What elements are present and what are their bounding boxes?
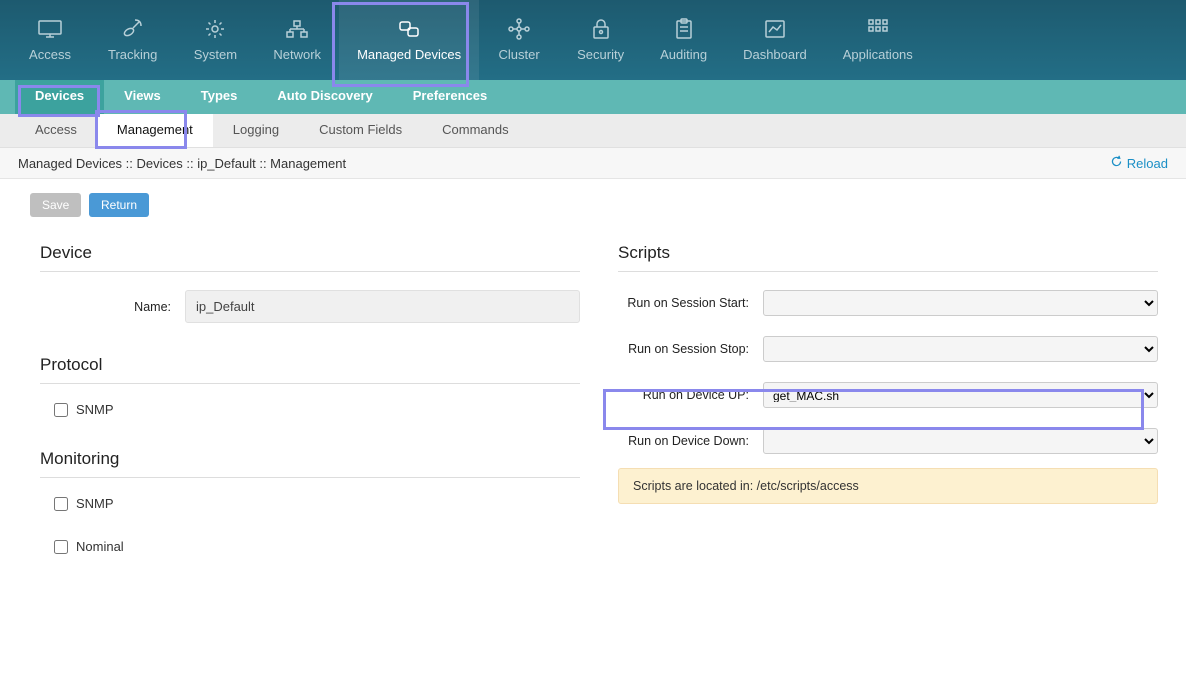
nav-label: Network <box>273 47 321 62</box>
tab-devices[interactable]: Devices <box>15 80 104 114</box>
clipboard-icon <box>675 17 693 41</box>
scripts-section-title: Scripts <box>618 243 1158 272</box>
linked-boxes-icon <box>396 17 422 41</box>
device-down-select[interactable] <box>763 428 1158 454</box>
monitoring-nominal-label: Nominal <box>76 539 124 554</box>
scripts-info-box: Scripts are located in: /etc/scripts/acc… <box>618 468 1158 504</box>
save-button[interactable]: Save <box>30 193 81 217</box>
ttab-logging[interactable]: Logging <box>213 114 299 147</box>
grid-icon <box>868 17 888 41</box>
sub-nav: Devices Views Types Auto Discovery Prefe… <box>0 80 1186 114</box>
session-start-label: Run on Session Start: <box>618 296 763 310</box>
nav-tracking[interactable]: Tracking <box>90 0 175 80</box>
action-bar: Save Return <box>0 179 1186 223</box>
device-name-input[interactable] <box>185 290 580 323</box>
monitoring-snmp-label: SNMP <box>76 496 114 511</box>
device-up-row: Run on Device UP: get_MAC.sh <box>618 382 1158 408</box>
reload-button[interactable]: Reload <box>1110 155 1168 171</box>
session-start-select[interactable] <box>763 290 1158 316</box>
gear-icon <box>204 17 226 41</box>
device-name-label: Name: <box>40 300 185 314</box>
session-stop-select[interactable] <box>763 336 1158 362</box>
tertiary-nav: Access Management Logging Custom Fields … <box>0 114 1186 148</box>
protocol-snmp-label: SNMP <box>76 402 114 417</box>
nav-cluster[interactable]: Cluster <box>479 0 559 80</box>
monitoring-section-title: Monitoring <box>40 449 580 478</box>
tab-views[interactable]: Views <box>104 80 181 114</box>
protocol-snmp-checkbox[interactable] <box>54 403 68 417</box>
monitoring-nominal-checkbox[interactable] <box>54 540 68 554</box>
device-up-label: Run on Device UP: <box>618 388 763 402</box>
tab-auto-discovery[interactable]: Auto Discovery <box>257 80 392 114</box>
monitoring-nominal-row: Nominal <box>40 539 580 554</box>
tab-types[interactable]: Types <box>181 80 258 114</box>
ttab-custom-fields[interactable]: Custom Fields <box>299 114 422 147</box>
device-name-row: Name: <box>40 290 580 323</box>
right-column: Scripts Run on Session Start: Run on Ses… <box>618 243 1158 572</box>
device-up-select[interactable]: get_MAC.sh <box>763 382 1158 408</box>
monitoring-snmp-checkbox[interactable] <box>54 497 68 511</box>
device-down-label: Run on Device Down: <box>618 434 763 448</box>
nav-label: Dashboard <box>743 47 807 62</box>
nav-dashboard[interactable]: Dashboard <box>725 0 825 80</box>
chart-icon <box>764 17 786 41</box>
main-content: Device Name: Protocol SNMP Monitoring SN… <box>0 223 1186 612</box>
protocol-snmp-row: SNMP <box>40 402 580 417</box>
reload-label: Reload <box>1127 156 1168 171</box>
nav-label: Auditing <box>660 47 707 62</box>
nav-label: Managed Devices <box>357 47 461 62</box>
return-button[interactable]: Return <box>89 193 149 217</box>
ttab-management[interactable]: Management <box>97 114 213 147</box>
nodes-icon <box>508 17 530 41</box>
breadcrumb: Managed Devices :: Devices :: ip_Default… <box>18 156 346 171</box>
left-column: Device Name: Protocol SNMP Monitoring SN… <box>40 243 580 572</box>
nav-auditing[interactable]: Auditing <box>642 0 725 80</box>
device-section-title: Device <box>40 243 580 272</box>
breadcrumb-row: Managed Devices :: Devices :: ip_Default… <box>0 148 1186 179</box>
protocol-section-title: Protocol <box>40 355 580 384</box>
lock-icon <box>592 17 610 41</box>
nav-security[interactable]: Security <box>559 0 642 80</box>
nav-network[interactable]: Network <box>255 0 339 80</box>
session-start-row: Run on Session Start: <box>618 290 1158 316</box>
device-down-row: Run on Device Down: <box>618 428 1158 454</box>
tab-preferences[interactable]: Preferences <box>393 80 507 114</box>
top-nav: Access Tracking System Network Managed D… <box>0 0 1186 80</box>
monitor-icon <box>37 17 63 41</box>
nav-label: Cluster <box>499 47 540 62</box>
reload-icon <box>1110 155 1123 171</box>
nav-label: Security <box>577 47 624 62</box>
nav-system[interactable]: System <box>175 0 255 80</box>
nav-managed-devices[interactable]: Managed Devices <box>339 0 479 80</box>
nav-access[interactable]: Access <box>10 0 90 80</box>
nav-label: System <box>194 47 237 62</box>
satellite-icon <box>121 17 145 41</box>
session-stop-row: Run on Session Stop: <box>618 336 1158 362</box>
nav-label: Access <box>29 47 71 62</box>
ttab-access[interactable]: Access <box>15 114 97 147</box>
monitoring-snmp-row: SNMP <box>40 496 580 511</box>
nav-label: Tracking <box>108 47 157 62</box>
ttab-commands[interactable]: Commands <box>422 114 528 147</box>
hierarchy-icon <box>285 17 309 41</box>
nav-applications[interactable]: Applications <box>825 0 931 80</box>
session-stop-label: Run on Session Stop: <box>618 342 763 356</box>
nav-label: Applications <box>843 47 913 62</box>
